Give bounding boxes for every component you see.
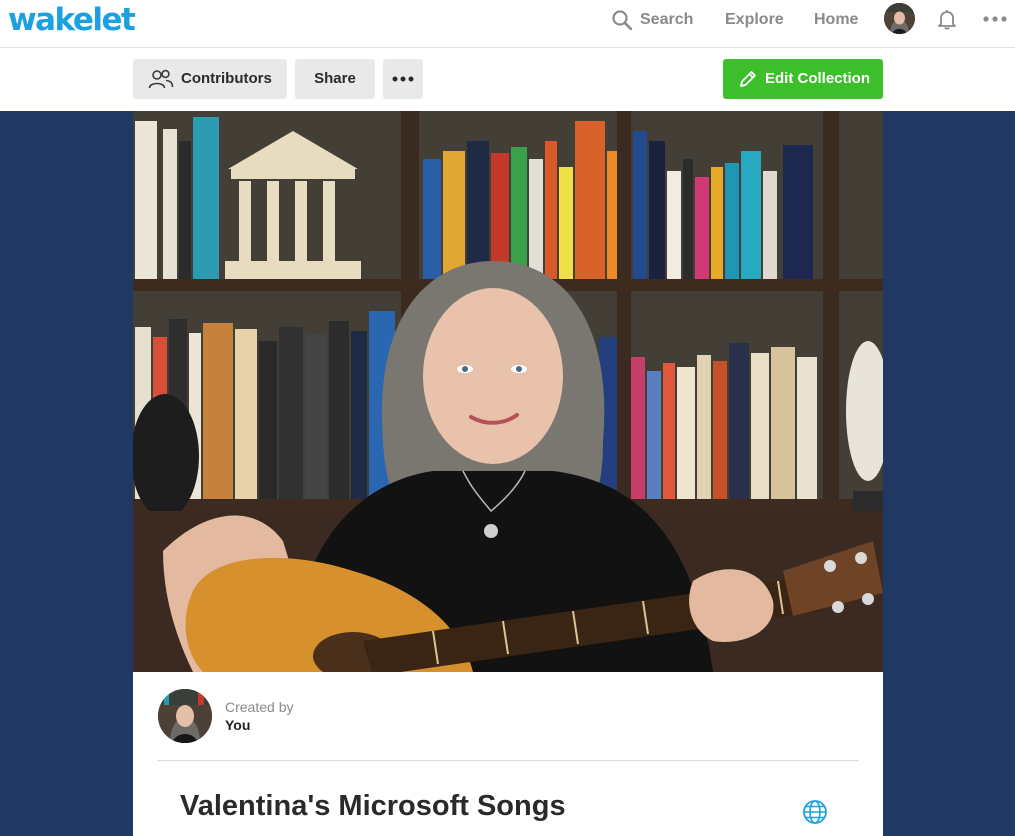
- nav-explore-link[interactable]: Explore: [725, 8, 784, 32]
- creator-name[interactable]: You: [225, 717, 250, 733]
- collection-cover-image: [133, 111, 883, 672]
- creator-avatar[interactable]: [158, 689, 212, 743]
- created-by-label: Created by: [225, 699, 294, 715]
- top-navigation-bar: wakelet Search Explore Home: [0, 0, 1015, 48]
- collection-toolbar: Contributors Share Edit Collection: [0, 48, 1015, 111]
- more-dots-icon: [392, 76, 414, 82]
- share-button[interactable]: Share: [295, 59, 375, 99]
- pencil-icon: [740, 71, 756, 87]
- notifications-bell-icon[interactable]: [935, 7, 959, 31]
- collection-title: Valentina's Microsoft Songs: [180, 790, 566, 822]
- search-icon: [612, 10, 633, 31]
- search-label: Search: [640, 11, 694, 28]
- edit-collection-button[interactable]: Edit Collection: [723, 59, 883, 99]
- more-options-icon[interactable]: [982, 8, 1010, 30]
- globe-icon[interactable]: [802, 799, 828, 825]
- collection-info-card: Created by You Valentina's Microsoft Son…: [133, 672, 883, 836]
- nav-home-link[interactable]: Home: [814, 8, 858, 32]
- edit-collection-label: Edit Collection: [765, 70, 870, 87]
- user-avatar[interactable]: [884, 3, 915, 34]
- people-icon: [148, 69, 174, 89]
- collection-more-button[interactable]: [383, 59, 423, 99]
- wakelet-logo[interactable]: wakelet: [8, 2, 136, 42]
- contributors-label: Contributors: [181, 70, 272, 87]
- divider: [157, 760, 859, 761]
- contributors-button[interactable]: Contributors: [133, 59, 287, 99]
